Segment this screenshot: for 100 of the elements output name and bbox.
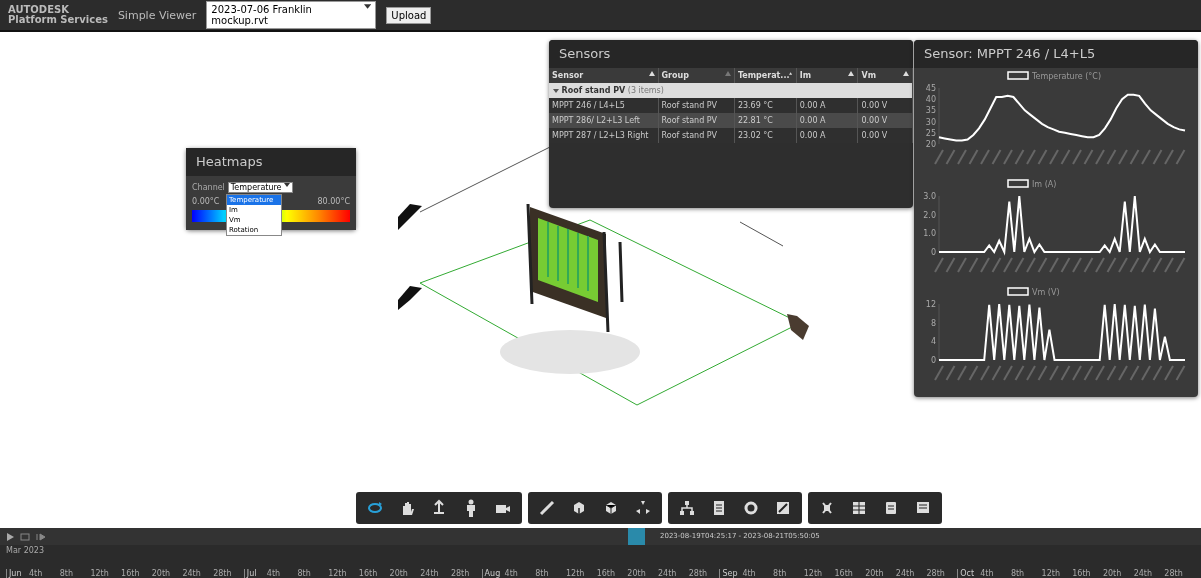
day-label: 12th: [328, 569, 348, 578]
day-label: 8th: [59, 569, 74, 578]
day-label: 4th: [29, 569, 44, 578]
day-label: 20th: [627, 569, 647, 578]
day-label: 16th: [834, 569, 854, 578]
app-title: Simple Viewer: [117, 8, 197, 22]
day-label: 8th: [297, 569, 312, 578]
legend-swatch: [1007, 71, 1029, 80]
day-label: 8th: [773, 569, 788, 578]
day-label: 8th: [535, 569, 550, 578]
table-cell: Roof stand PV: [658, 113, 735, 128]
day-label: 16th: [596, 569, 617, 578]
y-tick-label: 2.0: [923, 210, 936, 220]
y-tick-label: 3.0: [923, 192, 936, 201]
legend-swatch: [1007, 287, 1029, 296]
sensor-marker: [398, 286, 422, 310]
caret-icon: [364, 4, 372, 9]
panel-title: Sensors: [549, 40, 913, 68]
panel-title: Heatmaps: [186, 148, 356, 176]
legend-swatch: [1007, 179, 1029, 188]
table-cell: 0.00 V: [857, 98, 913, 113]
y-tick-label: 25: [925, 128, 936, 138]
column-header[interactable]: Temperat...: [734, 68, 797, 83]
day-label: 4th: [980, 569, 995, 578]
table-cell: MPPT 246 / L4+L5: [549, 98, 659, 113]
day-label: 24th: [658, 569, 678, 578]
table-cell: 23.02 °C: [734, 128, 797, 143]
table-cell: 0.00 A: [796, 113, 858, 128]
logo: AUTODESK Platform Services: [8, 5, 108, 25]
channel-label: Channel: [192, 183, 225, 192]
day-label: 28th: [688, 569, 709, 578]
day-label: 12th: [803, 569, 824, 578]
sensor-marker: [787, 314, 809, 340]
y-tick-label: 30: [925, 117, 936, 127]
legend-label: Vm (V): [1032, 288, 1060, 297]
month-label: Jul: [246, 569, 258, 578]
day-label: 12th: [90, 569, 110, 578]
play-icon[interactable]: [6, 532, 14, 541]
day-label: 12th: [1041, 569, 1061, 578]
scale-max: 80.00°C: [317, 197, 350, 206]
y-tick-label: 40: [925, 95, 936, 105]
day-label: 24th: [420, 569, 440, 578]
day-label: 16th: [358, 569, 379, 578]
month-label: Sep: [722, 569, 739, 578]
grid-icon: [850, 499, 868, 517]
caret-icon: [283, 183, 290, 187]
explode-icon: [634, 499, 652, 517]
day-label: 4th: [266, 569, 282, 578]
leader-line: [739, 221, 784, 247]
settings-icon: [742, 499, 760, 517]
table-cell: Roof stand PV: [658, 98, 735, 113]
day-label: 20th: [389, 569, 409, 578]
day-label: 24th: [182, 569, 202, 578]
day-label: 4th: [742, 569, 757, 578]
day-label: 8th: [1010, 569, 1026, 578]
sensor-marker: [398, 204, 422, 230]
channel-select[interactable]: Temperature: [227, 182, 293, 193]
day-label: 28th: [450, 569, 471, 578]
day-label: 16th: [121, 569, 141, 578]
column-header[interactable]: Group: [658, 68, 735, 83]
day-label: 4th: [504, 569, 519, 578]
day-label: 16th: [1072, 569, 1092, 578]
column-header[interactable]: Sensor: [549, 68, 659, 83]
model-select[interactable]: 2023-07-06 Franklin mockup.rvt: [206, 1, 377, 29]
table-cell: MPPT 286/ L2+L3 Left: [549, 113, 659, 128]
month-label: Jun: [9, 569, 23, 578]
day-label: 28th: [213, 569, 233, 578]
panel-title: Sensor: MPPT 246 / L4+L5: [914, 40, 1198, 68]
column-header[interactable]: Vm: [857, 68, 913, 83]
table-cell: Roof stand PV: [658, 128, 735, 143]
table-cell: 0.00 A: [796, 98, 858, 113]
speed-icon[interactable]: [36, 532, 46, 541]
square-icon: [774, 499, 792, 517]
day-label: 12th: [565, 569, 586, 578]
day-label: 20th: [1102, 569, 1123, 578]
table-cell: 0.00 V: [857, 113, 913, 128]
table-cell: 0.00 A: [796, 128, 858, 143]
y-tick-label: 8: [930, 318, 936, 328]
hierarchy-icon: [678, 499, 696, 517]
legend-label: Temperature (°C): [1032, 72, 1102, 81]
legend-label: Im (A): [1032, 180, 1057, 189]
day-label: 24th: [1133, 569, 1153, 578]
column-header[interactable]: Im: [796, 68, 858, 83]
day-label: 20th: [151, 569, 172, 578]
upload-button[interactable]: Upload: [386, 6, 432, 24]
day-label: 20th: [865, 569, 885, 578]
month-label: Oct: [960, 569, 976, 578]
day-label: 24th: [895, 569, 916, 578]
scale-min: 0.00°C: [192, 197, 220, 206]
table-cell: 23.69 °C: [734, 98, 797, 113]
person-icon: [467, 499, 475, 517]
y-tick-label: 0: [930, 356, 936, 365]
y-tick-label: 45: [925, 84, 936, 93]
group-row[interactable]: Roof stand PV (3 items): [549, 83, 913, 98]
loop-icon[interactable]: [20, 532, 30, 541]
day-label: 28th: [926, 569, 946, 578]
y-tick-label: 1.0: [923, 229, 936, 239]
y-tick-label: 12: [925, 300, 936, 309]
table-cell: 0.00 V: [857, 128, 913, 143]
y-tick-label: 20: [925, 140, 936, 149]
